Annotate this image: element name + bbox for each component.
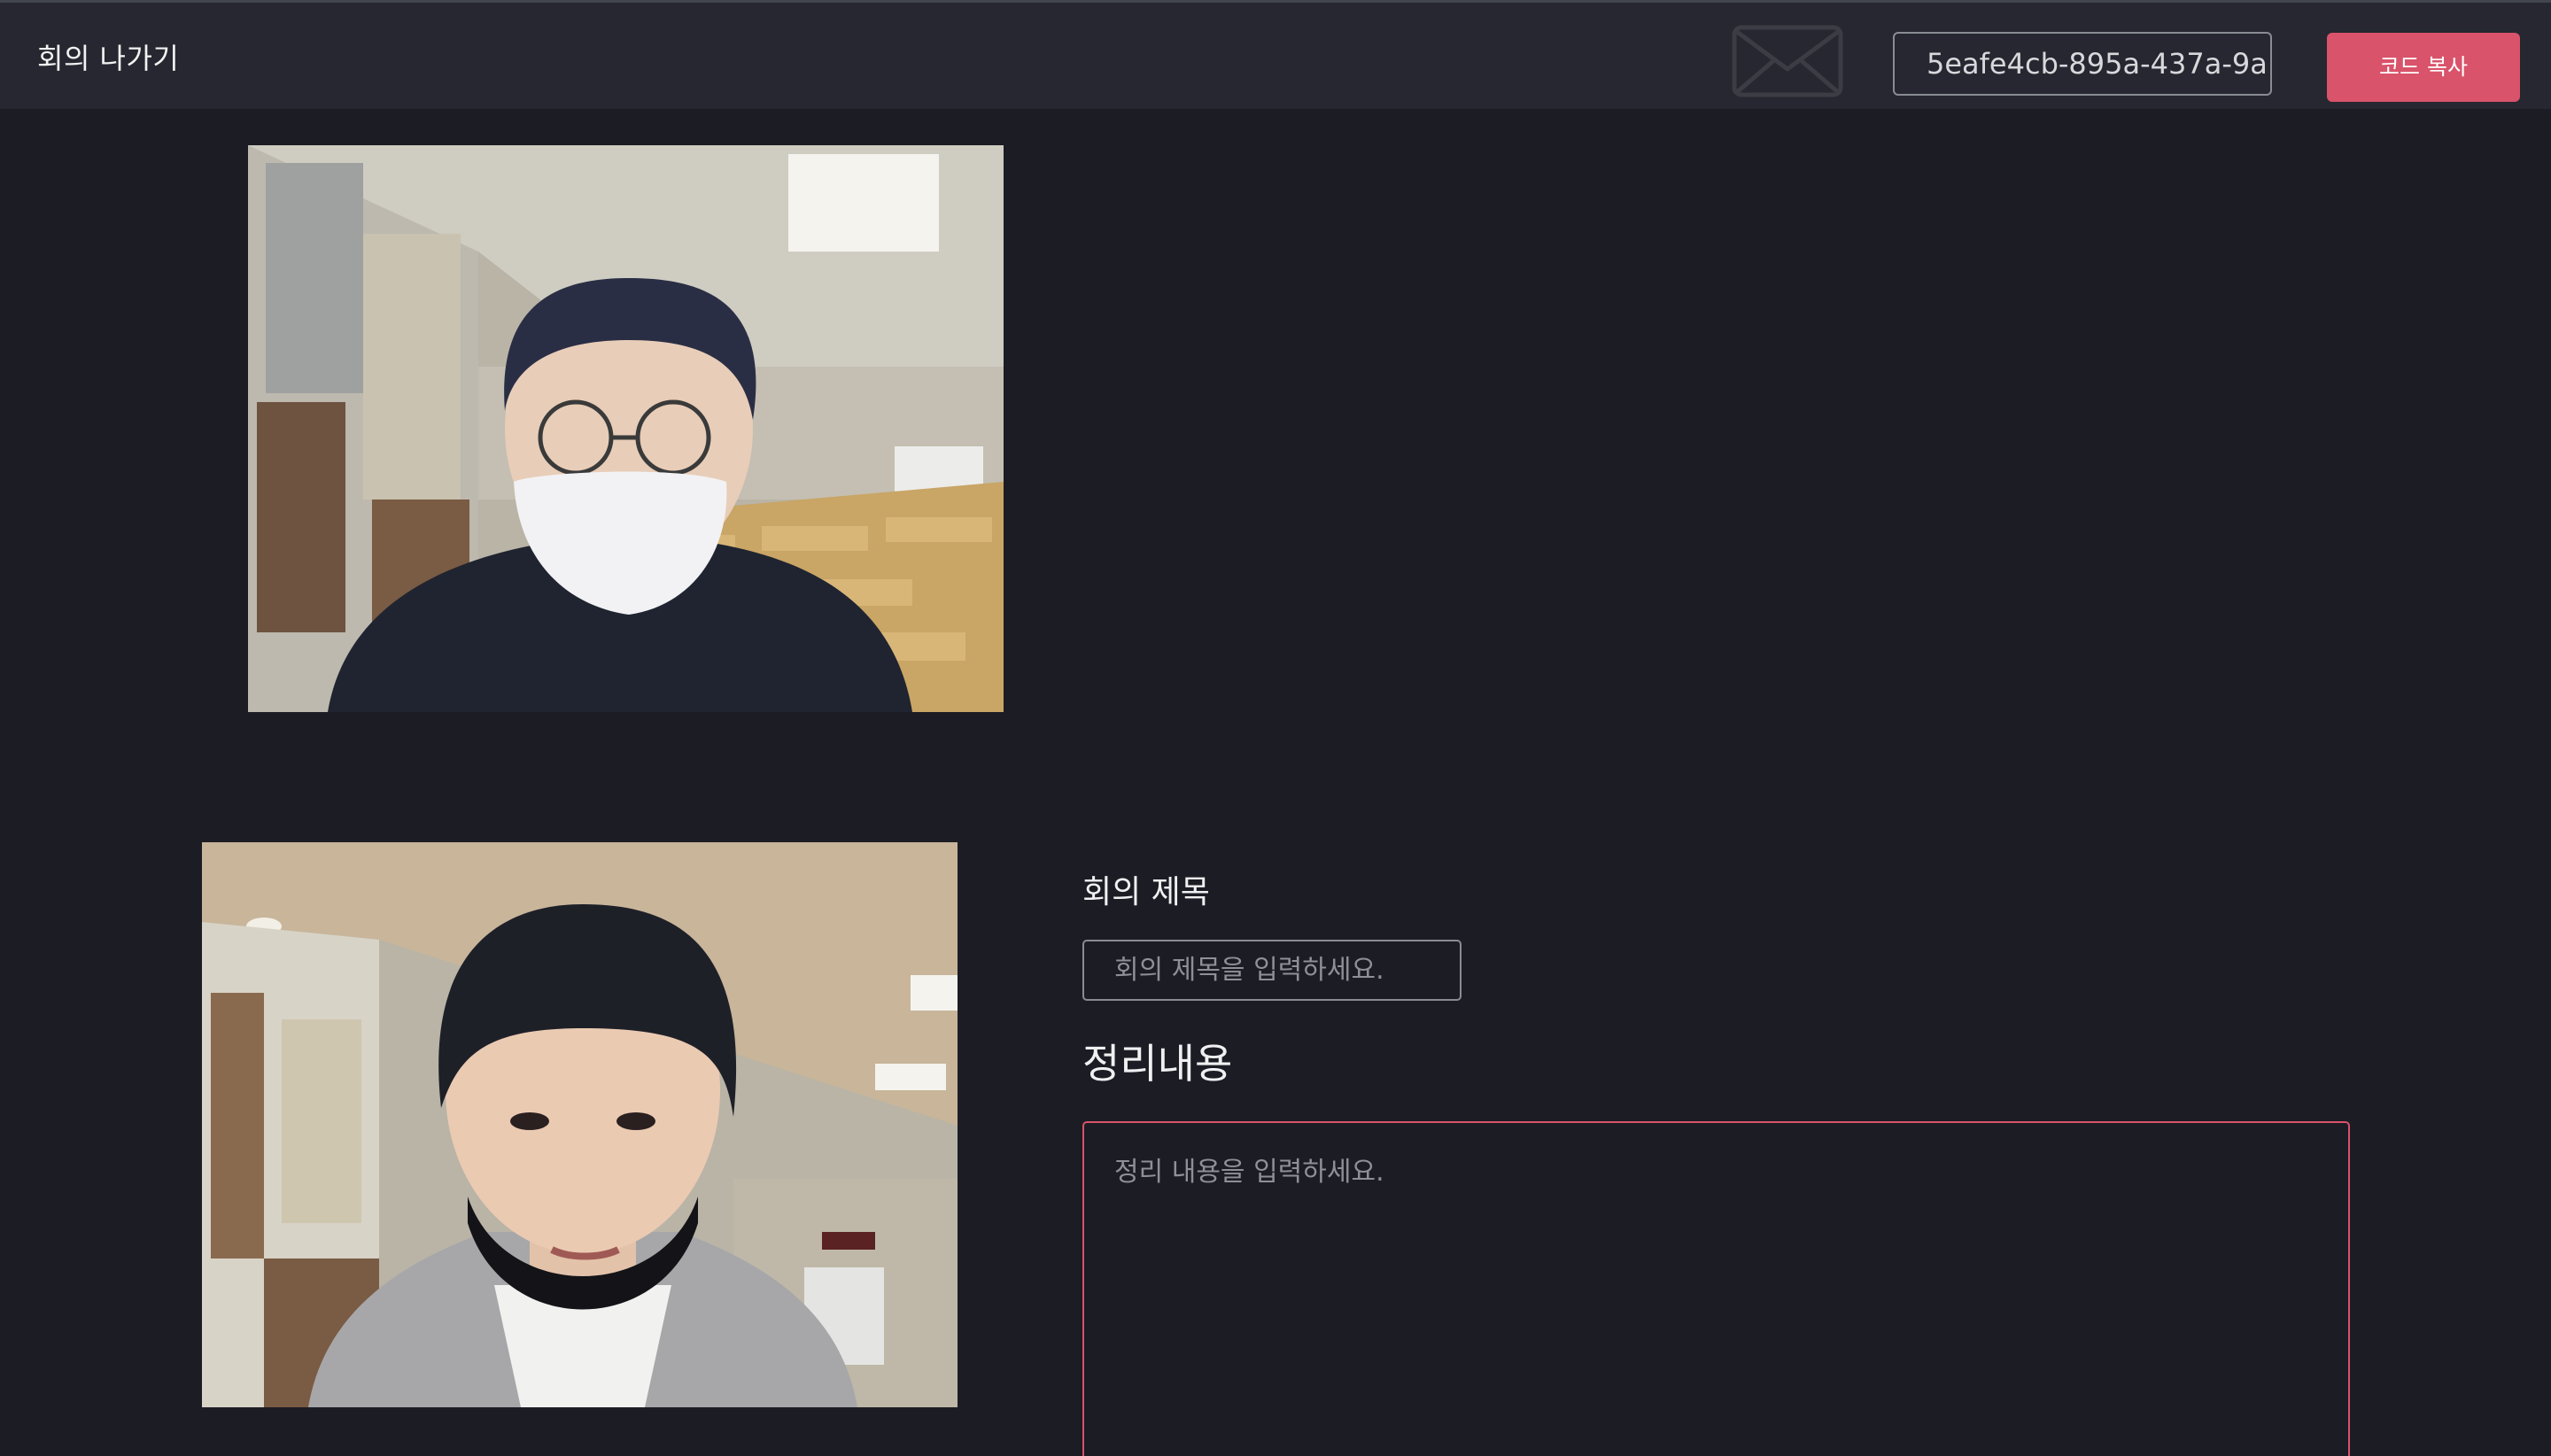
meeting-page: 회의 나가기 5eafe4cb-895a-437a-9a 코드 복사 회의 제목… (0, 0, 2551, 1456)
video-tile-remote (248, 145, 1004, 712)
summary-heading: 정리내용 (1082, 1040, 1233, 1088)
video-feed-local (202, 842, 958, 1407)
video-feed-remote (248, 145, 1004, 712)
meeting-code-field[interactable]: 5eafe4cb-895a-437a-9a (1893, 32, 2272, 96)
top-bar: 회의 나가기 5eafe4cb-895a-437a-9a 코드 복사 (0, 0, 2551, 109)
envelope-icon[interactable] (1732, 25, 1843, 97)
leave-meeting-button[interactable]: 회의 나가기 (37, 36, 179, 77)
meeting-title-input[interactable] (1082, 940, 1462, 1001)
copy-code-button[interactable]: 코드 복사 (2327, 33, 2520, 102)
summary-textarea[interactable] (1082, 1121, 2350, 1456)
video-tile-local (202, 842, 958, 1407)
meeting-title-label: 회의 제목 (1082, 874, 1210, 910)
